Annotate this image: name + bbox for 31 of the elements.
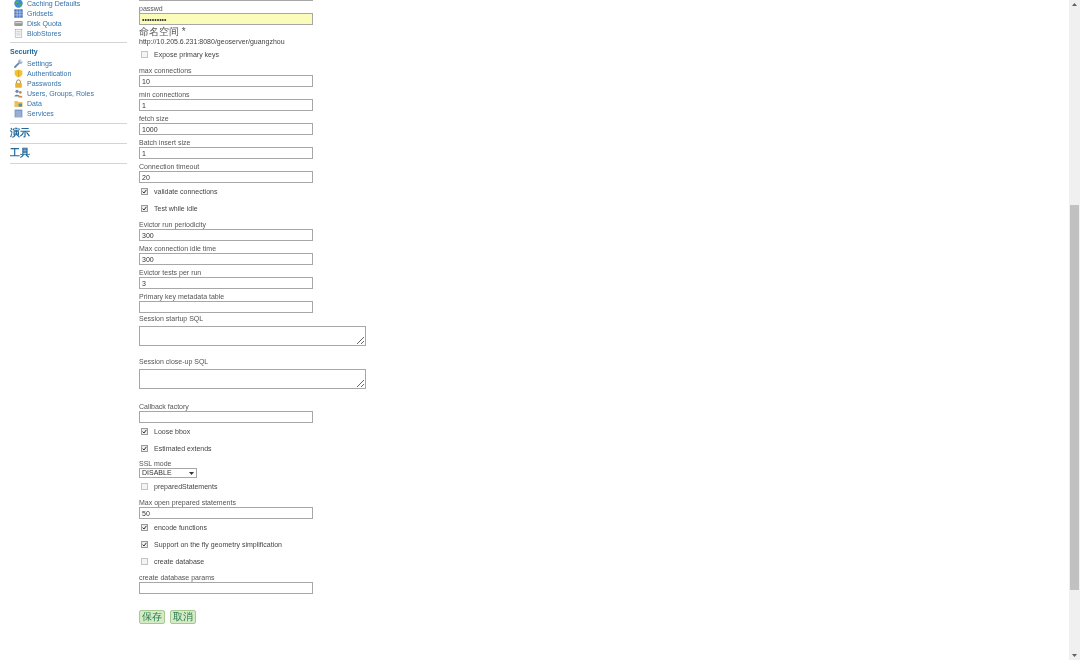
padlock-icon — [14, 78, 23, 88]
grid-icon — [14, 8, 23, 18]
disk-drive-icon — [14, 18, 23, 28]
scroll-down-arrow-icon[interactable] — [1072, 654, 1077, 657]
field-label: 命名空间 * — [139, 26, 186, 37]
wrench-icon — [14, 58, 23, 68]
server-icon — [14, 108, 23, 118]
checkbox[interactable] — [141, 541, 148, 548]
text-field[interactable] — [139, 411, 313, 423]
form-button[interactable]: 取消 — [170, 610, 196, 624]
text-area[interactable] — [139, 369, 366, 389]
checkbox[interactable] — [141, 188, 148, 195]
form-button[interactable]: 保存 — [139, 610, 165, 624]
users-icon — [14, 88, 23, 98]
scrollbar-track[interactable] — [1069, 0, 1080, 660]
shield-icon — [14, 68, 23, 78]
text-field[interactable] — [139, 301, 313, 313]
folder-icon — [14, 98, 23, 108]
section-heading: 工具 — [10, 147, 30, 159]
scroll-up-arrow-icon[interactable] — [1072, 3, 1077, 6]
checkbox[interactable] — [141, 524, 148, 531]
page-icon — [14, 28, 23, 38]
section-heading: 演示 — [10, 127, 30, 139]
text-field[interactable] — [139, 582, 313, 594]
text-area[interactable] — [139, 326, 366, 346]
scrollbar-thumb[interactable] — [1070, 205, 1079, 590]
globe-icon — [14, 0, 23, 8]
checkbox[interactable] — [141, 205, 148, 212]
caret-icon — [189, 471, 194, 475]
checkbox[interactable] — [141, 428, 148, 435]
checkbox[interactable] — [141, 445, 148, 452]
